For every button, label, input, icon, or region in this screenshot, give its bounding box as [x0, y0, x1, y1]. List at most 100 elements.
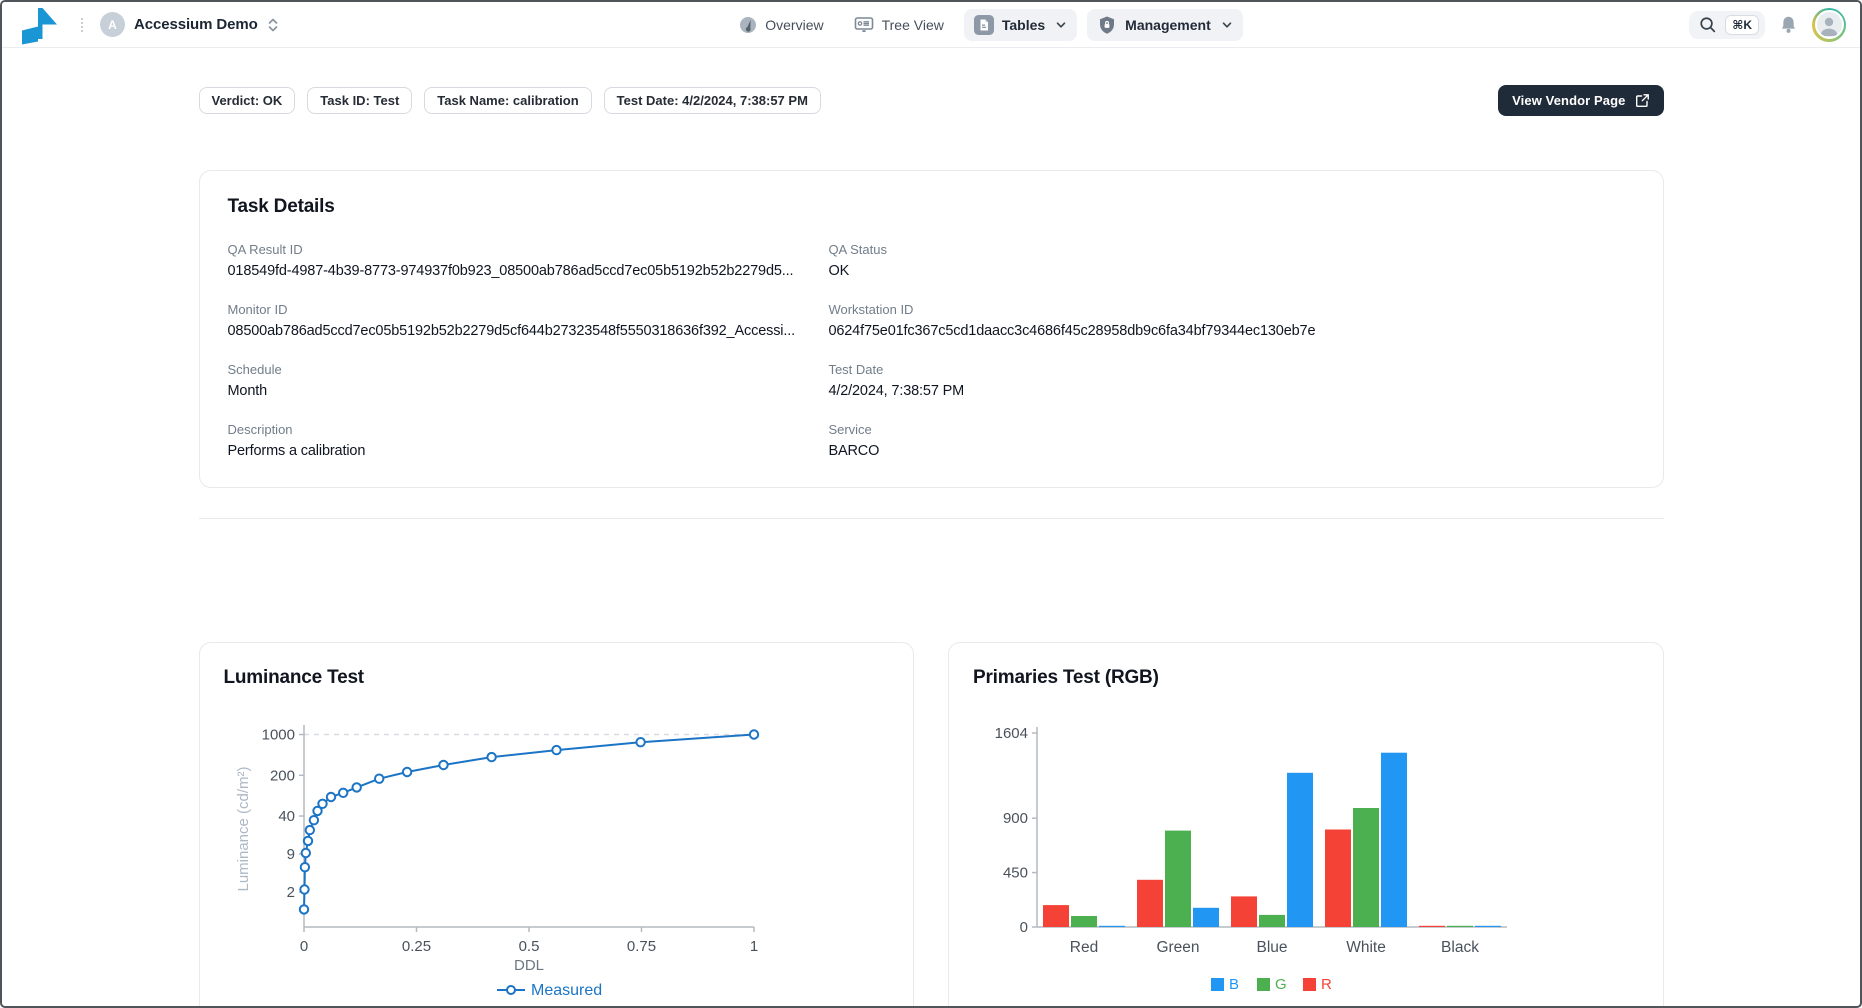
field-label: Workstation ID — [828, 302, 1644, 317]
svg-text:0.25: 0.25 — [401, 938, 430, 955]
top-nav-bar: A Accessium Demo Overview — [2, 2, 1860, 48]
svg-text:200: 200 — [269, 767, 294, 784]
shield-lock-icon — [1097, 15, 1117, 35]
field-test-date: Test Date 4/2/2024, 7:38:57 PM — [828, 362, 1644, 399]
workspace-name: Accessium Demo — [134, 16, 258, 33]
svg-text:Black: Black — [1441, 939, 1479, 956]
svg-text:0: 0 — [1020, 919, 1028, 936]
primaries-chart: 04509001604RedGreenBlueWhiteBlackBGR — [973, 717, 1533, 1008]
notifications-bell-icon[interactable] — [1779, 15, 1798, 35]
keyboard-shortcut-badge: ⌘K — [1725, 15, 1759, 35]
primaries-chart-title: Primaries Test (RGB) — [973, 667, 1639, 689]
field-value: OK — [828, 263, 1644, 279]
x-axis-label: DDL — [513, 957, 543, 974]
document-icon — [974, 15, 994, 35]
task-details-title: Task Details — [228, 196, 1635, 218]
field-qa-status: QA Status OK — [828, 242, 1644, 279]
monitor-list-icon — [854, 16, 874, 34]
luminance-test-card: Luminance Test 2940200100000.250.50.751D… — [199, 642, 915, 1008]
logo-icon[interactable] — [16, 5, 58, 45]
task-name-badge: Task Name: calibration — [424, 87, 591, 114]
chevron-down-icon — [1055, 19, 1067, 31]
chart-legend[interactable]: BGR — [1211, 976, 1332, 993]
field-label: QA Result ID — [228, 242, 819, 257]
test-date-badge: Test Date: 4/2/2024, 7:38:57 PM — [604, 87, 821, 114]
nav-label: Management — [1125, 17, 1211, 33]
bar-G-white — [1353, 808, 1379, 927]
svg-text:1000: 1000 — [261, 727, 294, 744]
nav-tables[interactable]: Tables — [964, 9, 1077, 41]
field-label: Service — [828, 422, 1644, 437]
task-details-grid: QA Result ID 018549fd-4987-4b39-8773-974… — [228, 242, 1635, 459]
field-label: Test Date — [828, 362, 1644, 377]
field-value: BARCO — [828, 443, 1644, 459]
bar-R-black — [1419, 926, 1445, 927]
field-schedule: Schedule Month — [228, 362, 819, 399]
task-id-badge: Task ID: Test — [307, 87, 412, 114]
bar-R-blue — [1231, 896, 1257, 927]
bar-B-blue — [1287, 773, 1313, 927]
svg-text:1604: 1604 — [995, 725, 1028, 742]
bar-B-white — [1381, 753, 1407, 927]
svg-text:0: 0 — [299, 938, 307, 955]
field-value: Month — [228, 383, 819, 399]
field-workstation-id: Workstation ID 0624f75e01fc367c5cd1daacc… — [828, 302, 1644, 339]
field-value: Performs a calibration — [228, 443, 819, 459]
nav-label: Overview — [765, 17, 823, 33]
bar-R-red — [1043, 905, 1069, 927]
y-axis-label: Luminance (cd/m²) — [235, 766, 252, 891]
field-label: Schedule — [228, 362, 819, 377]
bar-G-black — [1447, 926, 1473, 927]
search-icon — [1698, 15, 1717, 34]
svg-text:900: 900 — [1003, 810, 1028, 827]
chevron-down-icon — [1221, 19, 1233, 31]
user-avatar[interactable] — [1812, 8, 1846, 42]
category-labels: Red Green Blue White Black — [1070, 939, 1479, 956]
field-qa-result-id: QA Result ID 018549fd-4987-4b39-8773-974… — [228, 242, 819, 279]
section-divider — [199, 518, 1664, 519]
axes — [1037, 727, 1507, 927]
search-button[interactable]: ⌘K — [1689, 11, 1765, 39]
view-vendor-page-label: View Vendor Page — [1512, 93, 1625, 108]
tick-labels: 2940200100000.250.50.751 — [261, 727, 758, 955]
field-monitor-id: Monitor ID 08500ab786ad5ccd7ec05b5192b52… — [228, 302, 819, 339]
nav-management[interactable]: Management — [1087, 9, 1243, 41]
svg-text:Green: Green — [1156, 939, 1199, 956]
workspace-switcher[interactable]: A Accessium Demo — [100, 12, 279, 37]
svg-text:40: 40 — [278, 808, 295, 825]
field-label: Description — [228, 422, 819, 437]
workspace-avatar: A — [100, 12, 125, 37]
luminance-chart-title: Luminance Test — [224, 667, 890, 689]
header-divider-handle — [81, 18, 83, 32]
external-link-icon — [1635, 93, 1650, 108]
field-value: 4/2/2024, 7:38:57 PM — [828, 383, 1644, 399]
bar-R-green — [1137, 880, 1163, 927]
svg-text:R: R — [1321, 976, 1332, 993]
bar-G-red — [1071, 916, 1097, 927]
svg-text:G: G — [1275, 976, 1287, 993]
chart-legend[interactable]: Measured — [497, 982, 602, 999]
bar-B-green — [1193, 908, 1219, 927]
series-measured — [299, 730, 757, 913]
svg-text:B: B — [1229, 976, 1239, 993]
field-label: Monitor ID — [228, 302, 819, 317]
view-vendor-page-button[interactable]: View Vendor Page — [1498, 85, 1663, 116]
svg-text:0.75: 0.75 — [626, 938, 655, 955]
svg-text:Red: Red — [1070, 939, 1098, 956]
svg-text:White: White — [1346, 939, 1386, 956]
bar-series — [1043, 753, 1501, 927]
nav-label: Tree View — [882, 17, 944, 33]
person-icon — [1817, 13, 1841, 37]
gauge-icon — [739, 16, 757, 34]
field-label: QA Status — [828, 242, 1644, 257]
bar-B-black — [1475, 926, 1501, 927]
nav-tree-view[interactable]: Tree View — [844, 10, 954, 40]
svg-text:Blue: Blue — [1256, 939, 1287, 956]
svg-text:2: 2 — [286, 884, 294, 901]
main-nav: Overview Tree View — [729, 9, 1243, 41]
nav-overview[interactable]: Overview — [729, 10, 833, 40]
field-service: Service BARCO — [828, 422, 1644, 459]
bar-G-green — [1165, 831, 1191, 927]
field-value: 018549fd-4987-4b39-8773-974937f0b923_085… — [228, 263, 819, 279]
summary-badge-row: Verdict: OK Task ID: Test Task Name: cal… — [199, 85, 1664, 116]
